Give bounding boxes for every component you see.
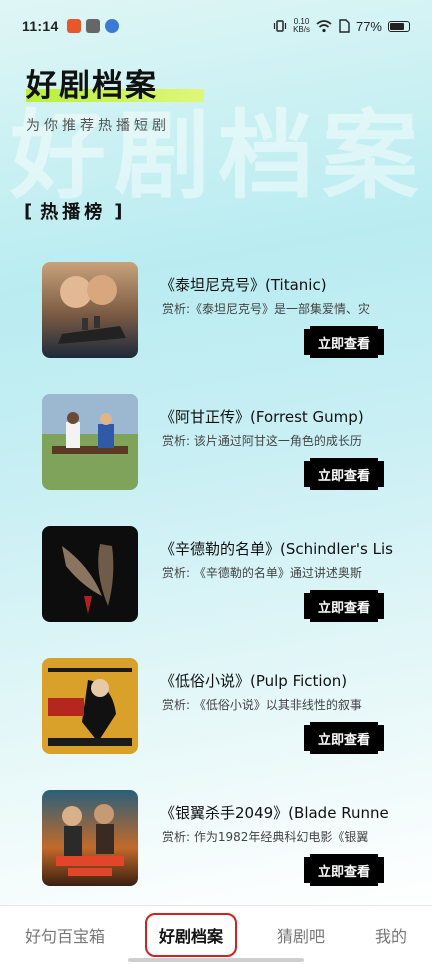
view-now-button[interactable]: 立即查看 xyxy=(304,590,384,622)
page-subtitle: 为你推荐热播短剧 xyxy=(26,118,170,134)
tab-sentences[interactable]: 好句百宝箱 xyxy=(15,917,115,953)
net-speed: 0.10 KB/s xyxy=(293,18,310,34)
item-title[interactable]: 《低俗小说》(Pulp Fiction) xyxy=(160,670,347,691)
poster-image[interactable] xyxy=(42,790,138,886)
item-title[interactable]: 《阿甘正传》(Forrest Gump) xyxy=(160,406,364,427)
battery-icon xyxy=(388,20,410,32)
net-speed-unit: KB/s xyxy=(293,25,310,34)
battery-percent: 77% xyxy=(355,18,382,34)
item-desc: 赏析:《泰坦尼克号》是一部集爱情、灾 xyxy=(162,302,371,316)
tab-guess-drama[interactable]: 猜剧吧 xyxy=(267,917,335,953)
list-item[interactable]: 《银翼杀手2049》(Blade Runne 赏析: 作为1982年经典科幻电影… xyxy=(42,790,432,886)
list-item[interactable]: 《阿甘正传》(Forrest Gump) 赏析: 该片通过阿甘这一角色的成长历 … xyxy=(42,394,432,490)
app-notification-icon xyxy=(85,19,100,33)
wifi-icon xyxy=(316,20,332,33)
section-bracket-left: [ xyxy=(24,200,33,222)
item-desc: 赏析: 《低俗小说》以其非线性的叙事 xyxy=(162,698,362,712)
section-header: [ 热播榜 ] xyxy=(24,198,122,224)
item-desc: 赏析: 作为1982年经典科幻电影《银翼 xyxy=(162,830,369,844)
item-title[interactable]: 《泰坦尼克号》(Titanic) xyxy=(160,274,327,295)
section-bracket-right: ] xyxy=(114,200,123,222)
poster-image[interactable] xyxy=(42,658,138,754)
list-item[interactable]: 《低俗小说》(Pulp Fiction) 赏析: 《低俗小说》以其非线性的叙事 … xyxy=(42,658,432,754)
drama-list[interactable]: 《泰坦尼克号》(Titanic) 赏析:《泰坦尼克号》是一部集爱情、灾 立即查看… xyxy=(0,262,432,902)
sim-icon xyxy=(339,19,350,33)
status-time: 11:14 xyxy=(22,18,59,34)
status-right-group: 0.10 KB/s 77% xyxy=(273,18,410,34)
app-notification-icon xyxy=(104,19,119,33)
page-title: 好剧档案 xyxy=(26,68,158,104)
tab-drama-archive[interactable]: 好剧档案 xyxy=(144,913,237,957)
view-now-button[interactable]: 立即查看 xyxy=(304,458,384,490)
view-now-button[interactable]: 立即查看 xyxy=(304,722,384,754)
bottom-tab-bar: 好句百宝箱 好剧档案 猜剧吧 我的 xyxy=(0,905,432,964)
vibrate-icon xyxy=(273,20,287,32)
status-notification-icons xyxy=(66,19,119,33)
view-now-button[interactable]: 立即查看 xyxy=(304,854,384,886)
list-item[interactable]: 《辛德勒的名单》(Schindler's Lis 赏析: 《辛德勒的名单》通过讲… xyxy=(42,526,432,622)
item-desc: 赏析: 该片通过阿甘这一角色的成长历 xyxy=(162,434,362,448)
tab-mine[interactable]: 我的 xyxy=(365,917,417,953)
section-title: 热播榜 xyxy=(40,202,107,223)
item-title[interactable]: 《银翼杀手2049》(Blade Runne xyxy=(160,802,389,823)
item-desc: 赏析: 《辛德勒的名单》通过讲述奥斯 xyxy=(162,566,362,580)
status-bar: 11:14 0.10 KB/s 77% xyxy=(0,0,432,52)
poster-image[interactable] xyxy=(42,394,138,490)
poster-image[interactable] xyxy=(42,526,138,622)
home-indicator[interactable] xyxy=(128,958,304,962)
header-title-wrap: 好剧档案 xyxy=(26,60,204,105)
item-title[interactable]: 《辛德勒的名单》(Schindler's Lis xyxy=(160,538,393,559)
view-now-button[interactable]: 立即查看 xyxy=(304,326,384,358)
poster-image[interactable] xyxy=(42,262,138,358)
app-notification-icon xyxy=(66,19,81,33)
list-item[interactable]: 《泰坦尼克号》(Titanic) 赏析:《泰坦尼克号》是一部集爱情、灾 立即查看 xyxy=(42,262,432,358)
